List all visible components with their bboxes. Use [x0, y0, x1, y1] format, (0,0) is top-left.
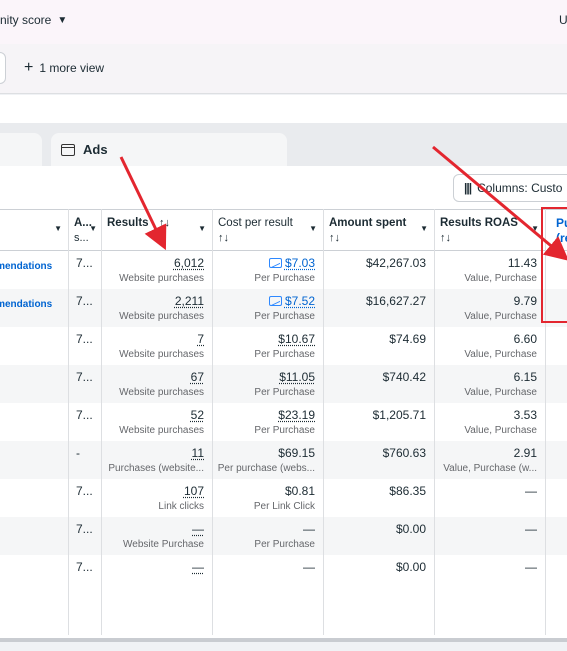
annotation-arrows — [119, 145, 567, 261]
annotation-arrow-results — [119, 156, 167, 251]
annotation-arrow-purchases — [432, 145, 567, 261]
